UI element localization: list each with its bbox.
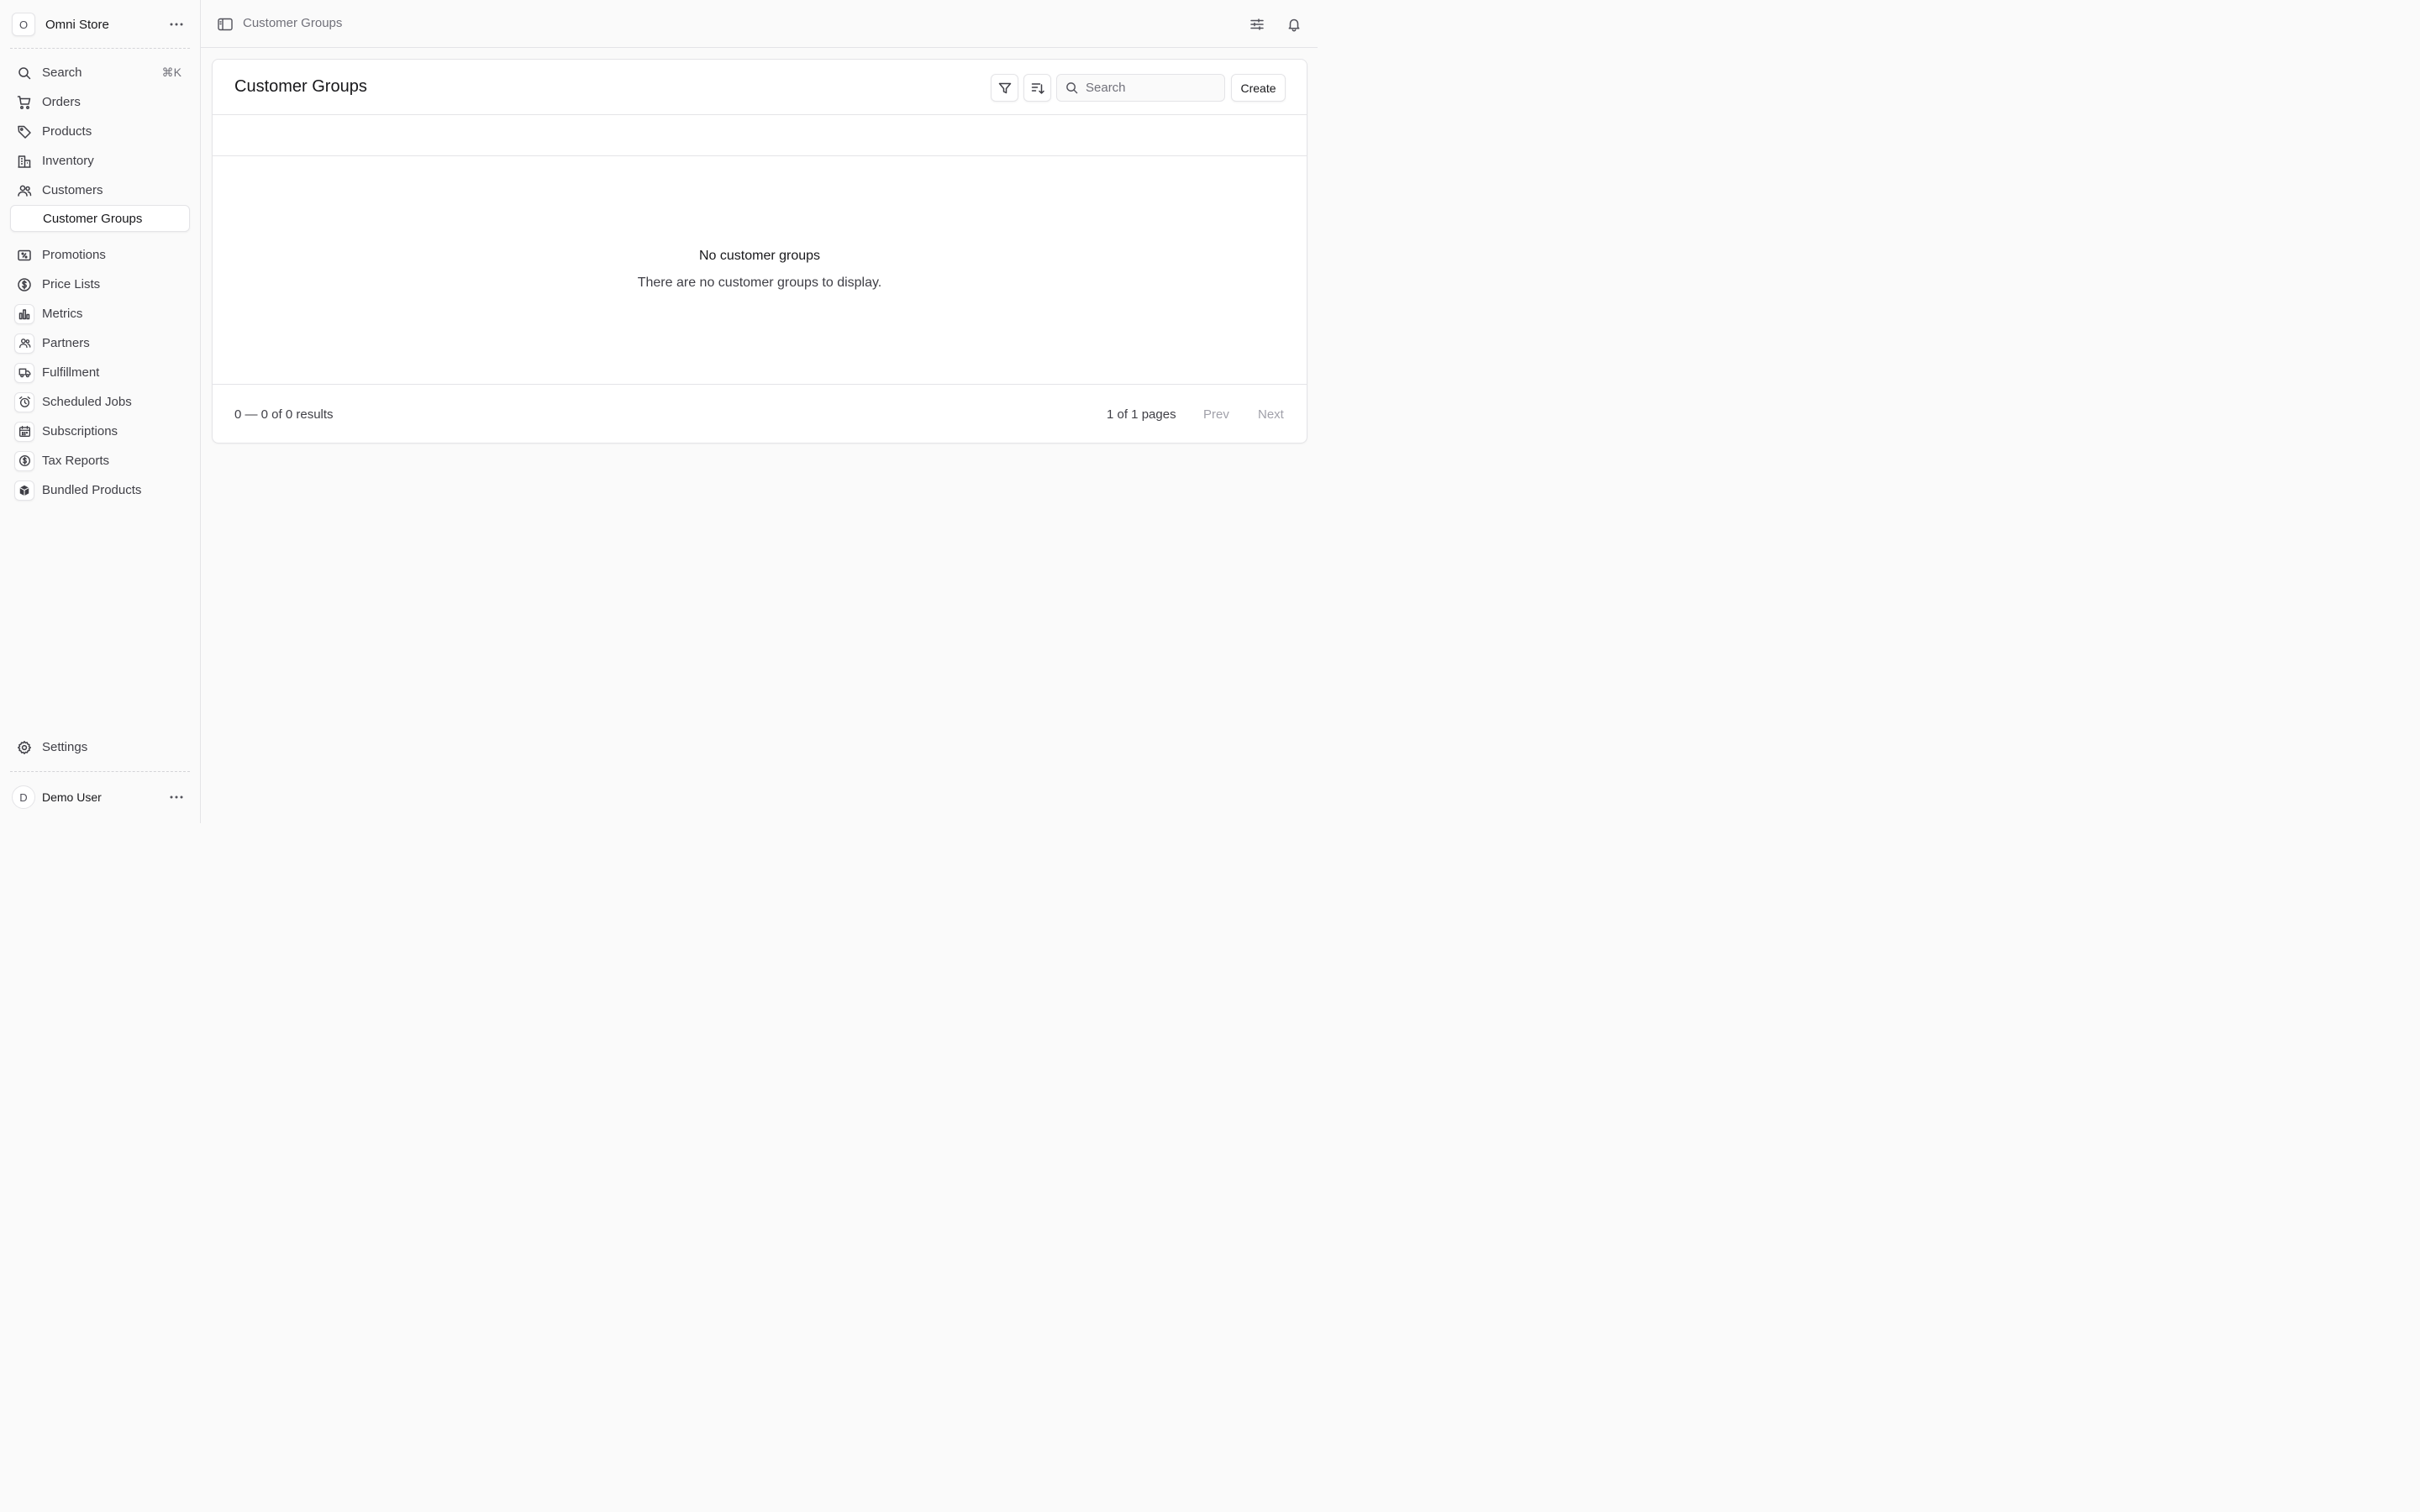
panel-header: Customer Groups Create <box>213 60 1307 115</box>
sidebar-item-settings[interactable]: Settings <box>10 732 190 762</box>
sidebar-item-label: Tax Reports <box>42 454 110 468</box>
store-name: Omni Store <box>45 17 109 32</box>
sidebar-item-label: Inventory <box>42 154 94 168</box>
store-avatar: O <box>12 13 35 36</box>
sidebar-item-customers[interactable]: Customers <box>10 176 190 205</box>
bell-icon[interactable] <box>1285 15 1303 34</box>
page-title: Customer Groups <box>234 77 367 96</box>
divider <box>10 771 190 772</box>
sidebar-item-orders[interactable]: Orders <box>10 87 190 117</box>
gear-icon <box>17 740 32 755</box>
sidebar-toggle-icon[interactable] <box>217 16 234 33</box>
search-shortcut: ⌘K <box>161 66 182 79</box>
filter-icon <box>998 81 1012 95</box>
prev-button[interactable]: Prev <box>1203 407 1229 422</box>
sidebar-item-partners[interactable]: Partners <box>10 328 190 358</box>
search-icon <box>1065 81 1079 95</box>
sidebar-item-promotions[interactable]: Promotions <box>10 240 190 270</box>
sidebar-item-label: Settings <box>42 740 88 754</box>
users-icon <box>17 183 32 198</box>
sidebar-item-metrics[interactable]: Metrics <box>10 299 190 328</box>
sidebar-item-label: Subscriptions <box>42 424 118 438</box>
sidebar-settings: Settings <box>10 732 190 762</box>
top-bar: Customer Groups <box>201 0 1318 48</box>
sidebar-item-label: Promotions <box>42 248 106 262</box>
alarm-clock-icon <box>14 391 34 412</box>
sidebar-item-label: Bundled Products <box>42 483 142 497</box>
page-count: 1 of 1 pages <box>1107 407 1176 422</box>
pagination: 0 — 0 of 0 results 1 of 1 pages Prev Nex… <box>213 384 1307 444</box>
empty-state-title: No customer groups <box>698 249 821 263</box>
cube-icon <box>14 480 34 501</box>
store-menu-icon[interactable] <box>168 16 185 33</box>
sidebar-item-bundled-products[interactable]: Bundled Products <box>10 475 190 505</box>
empty-state-description: There are no customer groups to display. <box>637 276 882 290</box>
truck-icon <box>14 362 34 383</box>
tag-icon <box>17 124 32 139</box>
divider <box>10 48 190 49</box>
user-menu-icon[interactable] <box>168 789 185 806</box>
search-icon <box>17 66 32 81</box>
bar-chart-icon <box>14 303 34 324</box>
sidebar-item-label: Partners <box>42 336 90 350</box>
sidebar-item-customer-groups[interactable]: Customer Groups <box>10 205 190 232</box>
sidebar-item-label: Orders <box>42 95 81 109</box>
store-switcher[interactable]: O Omni Store <box>10 10 190 39</box>
sidebar-item-price-lists[interactable]: Price Lists <box>10 270 190 299</box>
sidebar-item-subscriptions[interactable]: Subscriptions <box>10 417 190 446</box>
sidebar-item-scheduled-jobs[interactable]: Scheduled Jobs <box>10 387 190 417</box>
sidebar-item-fulfillment[interactable]: Fulfillment <box>10 358 190 387</box>
user-name: Demo User <box>42 790 102 804</box>
breadcrumb[interactable]: Customer Groups <box>243 16 342 30</box>
sidebar-item-label: Customer Groups <box>43 211 143 226</box>
sidebar-item-label: Scheduled Jobs <box>42 395 132 409</box>
sidebar: O Omni Store Search ⌘K Orders Products I… <box>0 0 201 823</box>
sidebar-item-search[interactable]: Search ⌘K <box>10 58 190 87</box>
avatar: D <box>12 785 35 809</box>
main-nav: Search ⌘K Orders Products Inventory Cust… <box>10 58 190 505</box>
sidebar-item-label: Price Lists <box>42 277 101 291</box>
filter-bar <box>213 115 1307 156</box>
user-menu[interactable]: D Demo User <box>10 785 190 810</box>
sort-button[interactable] <box>1023 74 1051 102</box>
search-input[interactable] <box>1086 81 1220 95</box>
sidebar-item-label: Search <box>42 66 82 80</box>
sidebar-item-label: Metrics <box>42 307 83 321</box>
users-icon <box>14 333 34 354</box>
building-icon <box>17 154 32 169</box>
currency-dollar-icon <box>14 450 34 471</box>
customer-groups-panel: Customer Groups Create No customer group… <box>212 59 1307 444</box>
sidebar-item-inventory[interactable]: Inventory <box>10 146 190 176</box>
next-button[interactable]: Next <box>1258 407 1284 422</box>
calendar-icon <box>14 421 34 442</box>
create-button[interactable]: Create <box>1231 74 1286 102</box>
sidebar-item-label: Products <box>42 124 92 139</box>
receipt-percent-icon <box>17 248 32 263</box>
results-count: 0 — 0 of 0 results <box>234 407 334 422</box>
sidebar-item-label: Customers <box>42 183 103 197</box>
sidebar-item-label: Fulfillment <box>42 365 100 380</box>
adjustments-icon[interactable] <box>1248 15 1266 34</box>
sidebar-item-tax-reports[interactable]: Tax Reports <box>10 446 190 475</box>
search-field[interactable] <box>1056 74 1225 102</box>
sort-icon <box>1031 81 1044 95</box>
sidebar-item-products[interactable]: Products <box>10 117 190 146</box>
cart-icon <box>17 95 32 110</box>
currency-dollar-icon <box>17 277 32 292</box>
filter-button[interactable] <box>991 74 1018 102</box>
